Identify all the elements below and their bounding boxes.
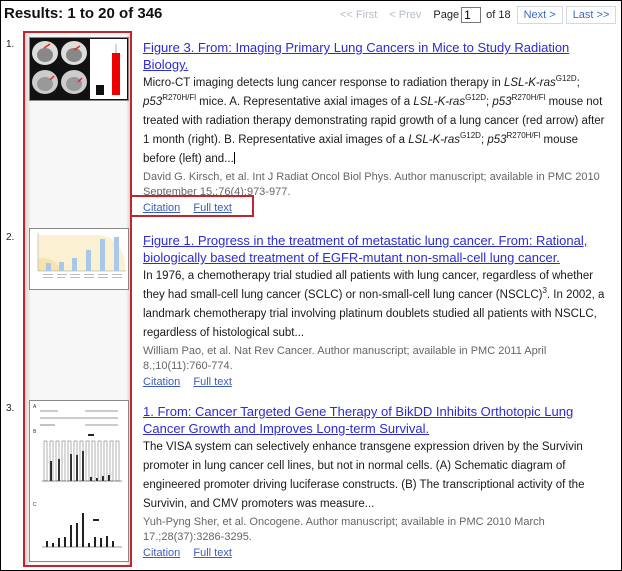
links-highlight-box [130,195,254,217]
svg-text:A: A [33,404,37,410]
next-page-button[interactable]: Next > [516,6,563,24]
figure-thumbnail-ct-scans-icon[interactable] [29,37,129,101]
result-snippet: Micro-CT imaging detects lung cancer res… [143,74,605,165]
result-number: 2. [6,232,15,243]
citation-link[interactable]: Citation [143,547,180,559]
page-label: Page [433,9,460,21]
results-count-heading: Results: 1 to 20 of 346 [4,5,163,22]
svg-text:C: C [33,502,37,508]
result-snippet: The VISA system can selectively enhance … [143,441,585,510]
full-text-link[interactable]: Full text [193,376,232,388]
pagination: << First < Prev Page of 18 Next > Last >… [340,6,619,24]
full-text-link[interactable]: Full text [193,547,232,559]
result-citation: Yuh-Pyng Sher, et al. Oncogene. Author m… [143,516,545,543]
result-snippet: In 1976, a chemotherapy trial studied al… [143,270,605,339]
text-cursor [233,152,235,164]
svg-text:B: B [33,429,37,435]
figure-thumbnail-multi-panel-icon[interactable]: A B C [29,400,129,562]
page-number-input[interactable] [461,7,482,23]
result-title-link[interactable]: Figure 3. From: Imaging Primary Lung Can… [143,39,613,73]
result-title-link[interactable]: Figure 1. Progress in the treatment of m… [143,232,613,266]
citation-link[interactable]: Citation [143,376,180,388]
page-total: of 18 [486,9,511,21]
last-page-button[interactable]: Last >> [565,6,617,24]
first-page-link[interactable]: << First [340,9,377,21]
result-citation: William Pao, et al. Nat Rev Cancer. Auth… [143,345,547,372]
result-links: Citation Full text [143,375,613,390]
result-title-link[interactable]: 1. From: Cancer Targeted Gene Therapy of… [143,403,613,437]
result-number: 1. [6,39,15,50]
prev-page-link[interactable]: < Prev [389,9,421,21]
result-number: 3. [6,403,15,414]
result-links: Citation Full text [143,546,613,561]
figure-thumbnail-bar-chart-icon[interactable] [29,228,129,290]
